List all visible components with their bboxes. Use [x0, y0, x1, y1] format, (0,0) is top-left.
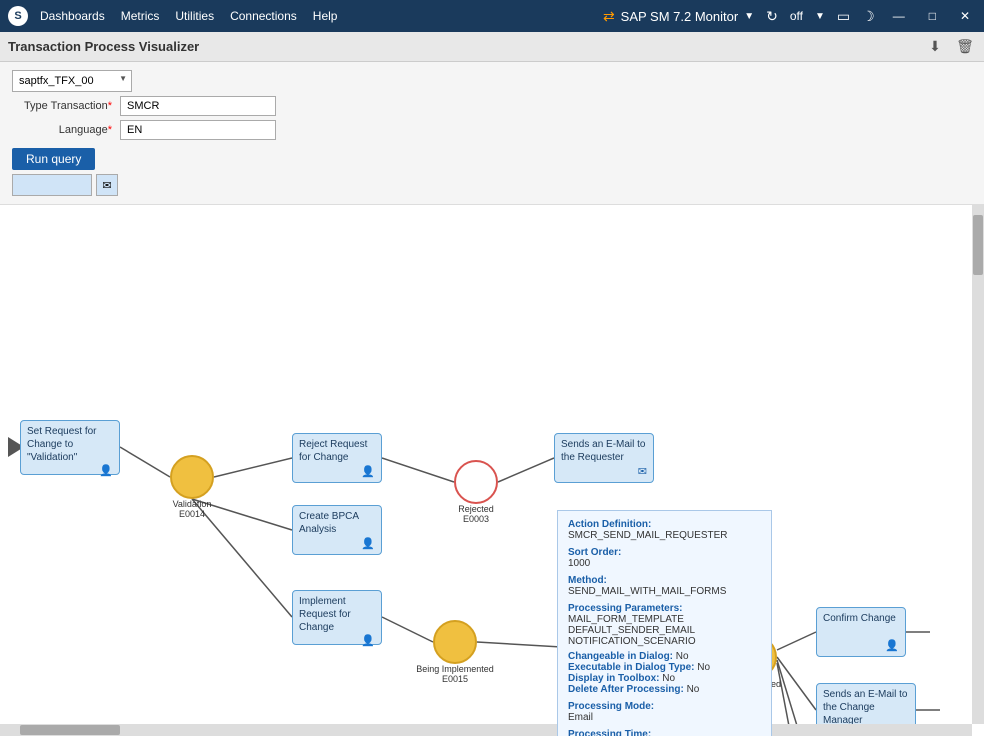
- nav-connections[interactable]: Connections: [230, 9, 297, 23]
- implement-user-icon: 👤: [361, 634, 375, 647]
- title-bar-nav: Dashboards Metrics Utilities Connections…: [40, 9, 591, 23]
- run-query-button[interactable]: Run query: [12, 148, 95, 170]
- display-label: Display in Toolbox:: [568, 673, 659, 684]
- type-transaction-row: Type Transaction*: [12, 96, 972, 116]
- confirm-change-node[interactable]: Confirm Change 👤: [816, 607, 906, 657]
- dropdown-row: saptfx_TFX_00: [12, 70, 972, 92]
- set-request-node[interactable]: Set Request for Change to "Validation" 👤: [20, 420, 120, 475]
- implement-request-node[interactable]: Implement Request for Change 👤: [292, 590, 382, 645]
- executable-label: Executable in Dialog Type:: [568, 662, 695, 673]
- form-area: saptfx_TFX_00 Type Transaction* Language…: [0, 62, 984, 205]
- reject-request-node[interactable]: Reject Request for Change 👤: [292, 433, 382, 483]
- validation-label: ValidationE0014: [173, 499, 212, 519]
- reject-user-icon: 👤: [361, 465, 375, 478]
- nav-utilities[interactable]: Utilities: [175, 9, 214, 23]
- sends-email-manager-text: Sends an E-Mail to the Change Manager: [823, 688, 909, 727]
- reject-request-text: Reject Request for Change: [299, 438, 375, 465]
- processing-time-label: Processing Time:: [568, 729, 761, 736]
- processing-mode-value: Email: [568, 712, 761, 723]
- confirm-user-icon: 👤: [885, 639, 899, 652]
- sort-order-value: 1000: [568, 558, 761, 569]
- validation-node[interactable]: ValidationE0014: [170, 455, 214, 499]
- profile-dropdown-wrapper[interactable]: saptfx_TFX_00: [12, 70, 132, 92]
- email-requester-icon: ✉: [638, 465, 647, 478]
- window-toolbar: Transaction Process Visualizer ⬇ 🗑: [0, 32, 984, 62]
- refresh-icon[interactable]: ↻: [766, 8, 778, 25]
- status-label: off: [790, 9, 803, 23]
- status-dropdown[interactable]: ▼: [815, 11, 825, 22]
- implement-request-text: Implement Request for Change: [299, 595, 375, 634]
- processing-params-value: MAIL_FORM_TEMPLATE DEFAULT_SENDER_EMAIL …: [568, 614, 761, 647]
- monitor-dropdown-icon[interactable]: ▼: [744, 11, 754, 22]
- sends-email-requester-node[interactable]: Sends an E-Mail to the Requester ✉: [554, 433, 654, 483]
- being-implemented-node[interactable]: Being ImplementedE0015: [433, 620, 477, 664]
- canvas-scroll[interactable]: Set Request for Change to "Validation" 👤…: [0, 205, 984, 736]
- email-filter-icon[interactable]: ✉: [96, 174, 118, 196]
- executable-value: No: [697, 662, 710, 673]
- maximize-button[interactable]: □: [923, 9, 942, 23]
- monitor-title: SAP SM 7.2 Monitor: [621, 9, 739, 24]
- processing-params-label: Processing Parameters:: [568, 603, 761, 614]
- close-button[interactable]: ✕: [954, 9, 976, 23]
- sends-email-requester-text: Sends an E-Mail to the Requester: [561, 438, 647, 465]
- search-box-row: ✉: [12, 174, 972, 196]
- rejected-node[interactable]: RejectedE0003: [454, 460, 498, 504]
- create-bpca-node[interactable]: Create BPCA Analysis 👤: [292, 505, 382, 555]
- moon-icon[interactable]: ☽: [862, 8, 875, 25]
- canvas-inner: Set Request for Change to "Validation" 👤…: [0, 205, 984, 736]
- info-popup: Action Definition: SMCR_SEND_MAIL_REQUES…: [557, 510, 772, 736]
- language-row: Language*: [12, 120, 972, 140]
- title-bar-right: ↻ off ▼ ▭ ☽ — □ ✕: [766, 8, 976, 25]
- method-label: Method:: [568, 575, 761, 586]
- action-def-value: SMCR_SEND_MAIL_REQUESTER: [568, 530, 761, 541]
- minimize-button[interactable]: —: [887, 9, 911, 23]
- language-input[interactable]: [120, 120, 276, 140]
- flags-section: Changeable in Dialog: No Executable in D…: [568, 651, 761, 695]
- horizontal-scrollbar[interactable]: [0, 724, 972, 736]
- title-bar-center: ⇄ SAP SM 7.2 Monitor ▼: [603, 8, 754, 25]
- hscrollbar-thumb[interactable]: [20, 725, 120, 735]
- rejected-label: RejectedE0003: [458, 504, 494, 524]
- monitor-icon: ⇄: [603, 8, 615, 25]
- display-icon[interactable]: ▭: [837, 8, 850, 25]
- vscrollbar-thumb[interactable]: [973, 215, 983, 275]
- set-request-text: Set Request for Change to "Validation": [27, 425, 113, 464]
- delete-value: No: [687, 684, 700, 695]
- action-def-label: Action Definition:: [568, 519, 761, 530]
- confirm-change-text: Confirm Change: [823, 612, 896, 639]
- app-logo: S: [8, 6, 28, 26]
- nav-dashboards[interactable]: Dashboards: [40, 9, 105, 23]
- set-request-user-icon: 👤: [99, 464, 113, 477]
- canvas-area: Set Request for Change to "Validation" 👤…: [0, 205, 984, 736]
- type-transaction-input[interactable]: [120, 96, 276, 116]
- changeable-value: No: [676, 651, 689, 662]
- search-input[interactable]: [12, 174, 92, 196]
- sort-order-label: Sort Order:: [568, 547, 761, 558]
- download-button[interactable]: ⬇: [924, 36, 946, 58]
- profile-dropdown[interactable]: saptfx_TFX_00: [12, 70, 132, 92]
- window-title: Transaction Process Visualizer: [8, 39, 916, 54]
- main-window: Transaction Process Visualizer ⬇ 🗑 saptf…: [0, 32, 984, 736]
- type-transaction-label: Type Transaction*: [12, 100, 112, 112]
- delete-label: Delete After Processing:: [568, 684, 684, 695]
- method-value: SEND_MAIL_WITH_MAIL_FORMS: [568, 586, 761, 597]
- title-bar: S Dashboards Metrics Utilities Connectio…: [0, 0, 984, 32]
- processing-mode-label: Processing Mode:: [568, 701, 761, 712]
- create-bpca-user-icon: 👤: [361, 537, 375, 550]
- run-query-row: Run query: [12, 144, 972, 170]
- display-value: No: [662, 673, 675, 684]
- changeable-label: Changeable in Dialog:: [568, 651, 673, 662]
- language-label: Language*: [12, 124, 112, 136]
- vertical-scrollbar[interactable]: [972, 205, 984, 724]
- nav-help[interactable]: Help: [313, 9, 338, 23]
- being-implemented-label: Being ImplementedE0015: [416, 664, 494, 684]
- nav-metrics[interactable]: Metrics: [121, 9, 160, 23]
- delete-button[interactable]: 🗑: [954, 36, 976, 58]
- create-bpca-text: Create BPCA Analysis: [299, 510, 375, 537]
